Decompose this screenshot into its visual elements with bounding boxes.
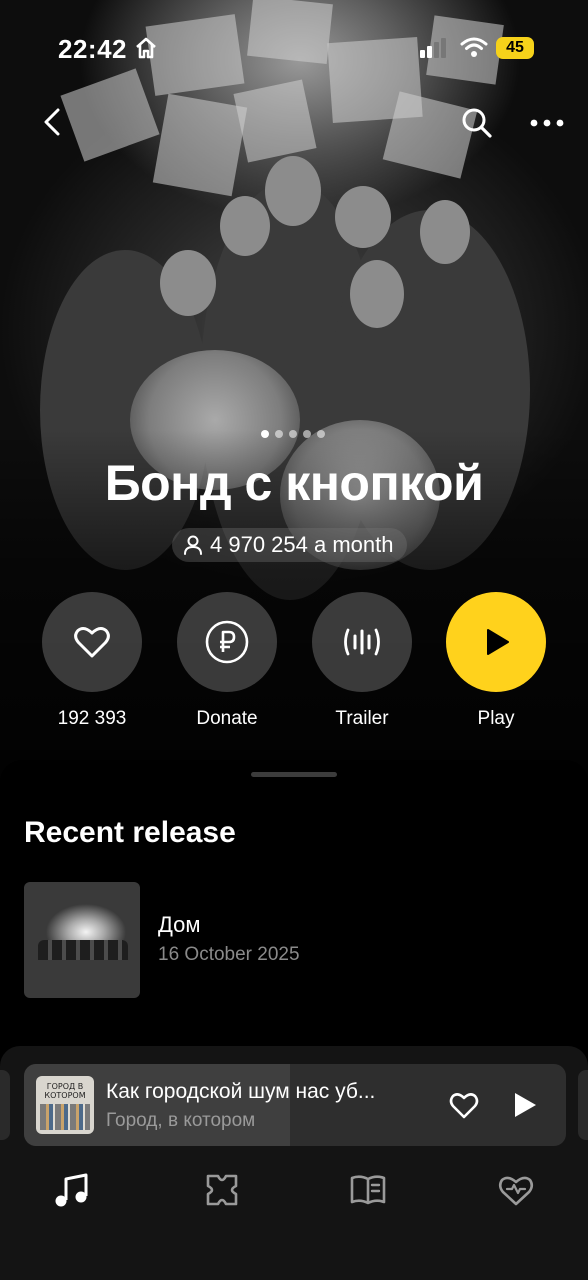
- user-icon: [184, 535, 202, 555]
- status-bar: 22:42 45: [0, 0, 588, 96]
- heart-icon: [74, 627, 110, 658]
- trailer-label: Trailer: [335, 708, 389, 729]
- waveform-icon: [344, 628, 380, 656]
- play-label: Play: [477, 708, 515, 729]
- track-title: Как городской шум нас уб...: [106, 1080, 376, 1103]
- collection-icon[interactable]: [202, 1170, 242, 1210]
- carousel-dot[interactable]: [275, 430, 283, 438]
- ruble-icon: [205, 620, 249, 664]
- signal-icon: [420, 38, 446, 58]
- donate-button[interactable]: Donate: [177, 592, 277, 730]
- recent-release-heading: Recent release: [24, 816, 236, 849]
- previous-track-card[interactable]: [0, 1070, 10, 1140]
- track-artist: Город, в котором: [106, 1110, 256, 1131]
- track-cover: ГОРОД В КОТОРОМ: [36, 1076, 94, 1134]
- release-cover[interactable]: [24, 882, 140, 998]
- artist-name: Бонд с кнопкой: [104, 455, 484, 511]
- sheet-grabber[interactable]: [251, 772, 337, 777]
- battery-icon: 45: [496, 37, 534, 59]
- book-icon[interactable]: [348, 1170, 388, 1210]
- track-cover-text: ГОРОД В КОТОРОМ: [44, 1082, 86, 1100]
- home-icon: [136, 37, 156, 59]
- play-icon[interactable]: [512, 1091, 538, 1119]
- monthly-listeners-badge: 4 970 254 a month: [172, 528, 408, 562]
- wifi-icon: [460, 37, 488, 57]
- monthly-listeners-count: 4 970 254 a month: [210, 532, 394, 557]
- recent-release-item[interactable]: Дом 16 October 2025: [24, 882, 564, 1000]
- trailer-button[interactable]: Trailer: [312, 592, 412, 730]
- play-artist-button[interactable]: Play: [446, 592, 546, 730]
- donate-label: Donate: [196, 708, 258, 729]
- like-artist-button[interactable]: 192 393: [42, 592, 142, 730]
- music-note-icon[interactable]: [52, 1170, 92, 1210]
- likes-count: 192 393: [57, 708, 127, 729]
- search-icon[interactable]: [458, 104, 496, 142]
- more-icon[interactable]: [528, 110, 566, 136]
- mini-player[interactable]: ГОРОД В КОТОРОМ Как городской шум нас уб…: [24, 1064, 566, 1146]
- status-time: 22:42: [58, 34, 127, 64]
- release-title: Дом: [158, 912, 201, 937]
- next-track-card[interactable]: [578, 1070, 588, 1140]
- back-icon[interactable]: [36, 104, 72, 140]
- carousel-dot[interactable]: [303, 430, 311, 438]
- carousel-dot[interactable]: [261, 430, 269, 438]
- carousel-dot[interactable]: [317, 430, 325, 438]
- heart-icon[interactable]: [448, 1089, 480, 1121]
- heart-wave-icon[interactable]: [496, 1170, 536, 1210]
- carousel-dots[interactable]: [261, 430, 325, 438]
- play-icon: [487, 629, 509, 655]
- carousel-dot[interactable]: [289, 430, 297, 438]
- release-date: 16 October 2025: [158, 944, 300, 965]
